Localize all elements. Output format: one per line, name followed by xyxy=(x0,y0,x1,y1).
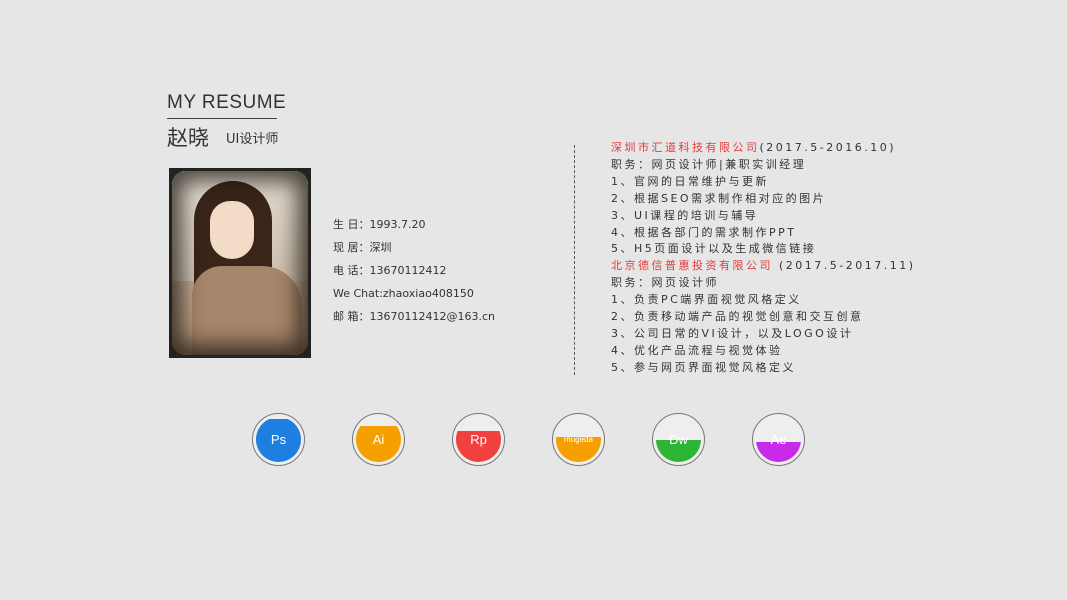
company-dates: (2017.5-2017.11) xyxy=(773,259,916,273)
phone: 电 话：13670112412 xyxy=(333,264,447,277)
skill-label: Ai xyxy=(372,432,385,447)
skill-badge-mugeda: mugeda xyxy=(552,413,605,466)
duty-item: 4、根据各部门的需求制作PPT xyxy=(611,225,797,239)
skill-label: Dw xyxy=(669,432,688,447)
wechat: We Chat:zhaoxiao408150 xyxy=(333,287,474,300)
duty-item: 3、公司日常的VI设计，以及LOGO设计 xyxy=(611,326,854,340)
company-dates: (2017.5-2016.10) xyxy=(759,141,897,154)
job-title: 职务：网页设计师 xyxy=(611,276,719,290)
duty-item: 2、负责移动端产品的视觉创意和交互创意 xyxy=(611,310,864,324)
work-experience: 深圳市汇道科技有限公司(2017.5-2016.10) 职务：网页设计师|兼职实… xyxy=(611,140,916,377)
skill-label: Ps xyxy=(270,432,287,447)
company-line: 深圳市汇道科技有限公司(2017.5-2016.10) xyxy=(611,140,916,157)
skill-badge-ai: Ai xyxy=(352,413,405,466)
skill-badge-ae: Ae xyxy=(752,413,805,466)
skill-label: Ae xyxy=(770,432,787,447)
title-rule xyxy=(167,118,277,119)
person-role: UI设计师 xyxy=(226,132,279,147)
person-name: 赵晓 xyxy=(167,126,209,150)
skill-badge-ps: Ps xyxy=(252,413,305,466)
duty-item: 2、根据SEO需求制作相对应的图片 xyxy=(611,191,827,205)
duty-item: 1、官网的日常维护与更新 xyxy=(611,174,769,188)
birth-date: 生 日：1993.7.20 xyxy=(333,218,426,231)
personal-info: 生 日：1993.7.20 现 居：深圳 电 话：13670112412 We … xyxy=(333,213,495,328)
resume-title: MY RESUME xyxy=(167,92,287,113)
email: 邮 箱：13670112412@163.cn xyxy=(333,310,495,323)
skill-badge-dw: Dw xyxy=(652,413,705,466)
duty-item: 5、参与网页界面视觉风格定义 xyxy=(611,360,796,374)
duty-item: 1、负责PC端界面视觉风格定义 xyxy=(611,293,802,307)
company-line: 北京德信普惠投资有限公司 (2017.5-2017.11) xyxy=(611,258,916,275)
company-name: 北京德信普惠投资有限公司 xyxy=(611,259,773,273)
profile-photo xyxy=(169,168,311,358)
job-title: 职务：网页设计师|兼职实训经理 xyxy=(611,157,807,171)
residence: 现 居：深圳 xyxy=(333,241,392,254)
company-name: 深圳市汇道科技有限公司 xyxy=(611,141,760,154)
skills-row: Ps Ai Rp mugeda Dw Ae xyxy=(0,413,1067,473)
skill-badge-rp: Rp xyxy=(452,413,505,466)
skill-label: mugeda xyxy=(564,435,593,444)
duty-item: 3、UI课程的培训与辅导 xyxy=(611,208,759,222)
section-divider xyxy=(574,145,575,375)
skill-label: Rp xyxy=(470,432,487,447)
duty-item: 4、优化产品流程与视觉体验 xyxy=(611,343,783,357)
duty-item: 5、H5页面设计以及生成微信链接 xyxy=(611,242,817,256)
